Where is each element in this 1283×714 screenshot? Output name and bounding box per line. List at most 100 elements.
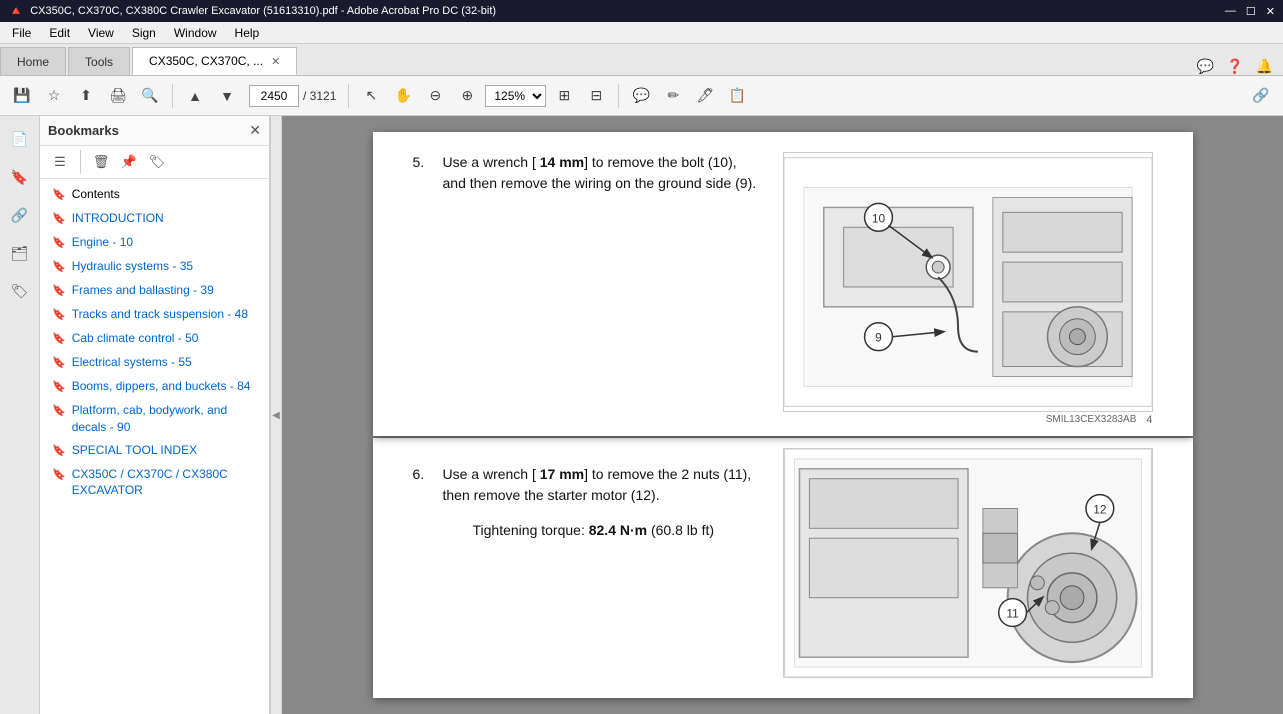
bookmark-item-contents[interactable]: 🔖 Contents: [40, 183, 269, 207]
fit-page-button[interactable]: ⊞: [550, 82, 578, 110]
bookmarks-header: Bookmarks ✕: [40, 116, 269, 146]
tab-close-icon[interactable]: ✕: [271, 55, 280, 68]
bookmark-label-tracks: Tracks and track suspension - 48: [72, 306, 248, 323]
next-page-button[interactable]: ▼: [213, 82, 241, 110]
zoom-in-button[interactable]: ⊕: [453, 82, 481, 110]
menu-help[interactable]: Help: [227, 24, 268, 42]
sidebar-icon-layers[interactable]: 🗂: [5, 238, 35, 268]
tightening-imperial: (60.8 lb ft): [647, 522, 714, 538]
sidebar-icon-page[interactable]: 📄: [5, 124, 35, 154]
step6-num: 6.: [413, 464, 433, 506]
maximize-button[interactable]: ☐: [1246, 5, 1256, 18]
bookmark-label-contents: Contents: [72, 186, 120, 203]
bookmark-add-button[interactable]: ☆: [40, 82, 68, 110]
top-image-area: 10 9: [783, 152, 1153, 426]
menu-view[interactable]: View: [80, 24, 122, 42]
search-reduce-button[interactable]: 🔍: [136, 82, 164, 110]
bookmark-label-electrical: Electrical systems - 55: [72, 354, 192, 371]
bookmark-item-booms[interactable]: 🔖 Booms, dippers, and buckets - 84: [40, 375, 269, 399]
help-icon[interactable]: ❓: [1226, 58, 1243, 75]
technical-image-2: 12 11: [783, 448, 1153, 678]
sidebar-icons: 📄 🔖 🔗 🗂 🏷: [0, 116, 40, 714]
menu-sign[interactable]: Sign: [124, 24, 164, 42]
tab-home-label: Home: [17, 55, 49, 69]
bookmark-item-intro[interactable]: 🔖 INTRODUCTION: [40, 207, 269, 231]
hand-tool-button[interactable]: ✋: [389, 82, 417, 110]
tools-more-button[interactable]: 📋: [723, 82, 751, 110]
main-content: 📄 🔖 🔗 🗂 🏷 Bookmarks ✕ ☰ 🗑 📌: [0, 116, 1283, 714]
page-input[interactable]: [249, 85, 299, 107]
bookmark-item-platform[interactable]: 🔖 Platform, cab, bodywork, and decals - …: [40, 399, 269, 439]
bookmark-item-hydraulic[interactable]: 🔖 Hydraulic systems - 35: [40, 255, 269, 279]
bookmark-label-tool-index: SPECIAL TOOL INDEX: [72, 442, 197, 459]
bookmarks-panel: Bookmarks ✕ ☰ 🗑 📌 🏷 🔖 Contents: [40, 116, 269, 714]
bookmark-flag-icon-5: 🔖: [52, 308, 66, 321]
title-bar-title: CX350C, CX370C, CX380C Crawler Excavator…: [30, 5, 496, 17]
zoom-out-button[interactable]: ⊖: [421, 82, 449, 110]
sidebar-icon-tags[interactable]: 🏷: [5, 276, 35, 306]
save-button[interactable]: 💾: [8, 82, 36, 110]
step5-content: Use a wrench [ 14 mm] to remove the bolt…: [443, 152, 763, 194]
bookmark-flag-icon-3: 🔖: [52, 260, 66, 273]
zoom-selector[interactable]: 125% 100% 75% 150%: [485, 85, 546, 107]
bookmarks-toolbar: ☰ 🗑 📌 🏷: [40, 146, 269, 179]
bookmark-tag-button[interactable]: 🏷: [145, 150, 169, 174]
upload-button[interactable]: ⬆: [72, 82, 100, 110]
tab-tools[interactable]: Tools: [68, 47, 130, 75]
link-button[interactable]: 🔗: [1247, 82, 1275, 110]
bookmark-item-cab[interactable]: 🔖 Cab climate control - 50: [40, 327, 269, 351]
print-button[interactable]: 🖨: [104, 82, 132, 110]
tightening-torque: Tightening torque: 82.4 N·m (60.8 lb ft): [473, 522, 763, 538]
sidebar-icon-link[interactable]: 🔗: [5, 200, 35, 230]
notification-icon[interactable]: 🔔: [1256, 58, 1273, 75]
bookmark-flag-icon-11: 🔖: [52, 468, 66, 481]
chat-icon[interactable]: 💬: [1197, 58, 1214, 75]
bookmark-item-frames[interactable]: 🔖 Frames and ballasting - 39: [40, 279, 269, 303]
fit-width-button[interactable]: ⊟: [582, 82, 610, 110]
step6-line: 6. Use a wrench [ 17 mm] to remove the 2…: [413, 464, 763, 506]
bookmark-new-button[interactable]: 📌: [117, 150, 141, 174]
menu-edit[interactable]: Edit: [41, 24, 78, 42]
bookmark-item-tool-index[interactable]: 🔖 SPECIAL TOOL INDEX: [40, 439, 269, 463]
bm-sep: [80, 150, 81, 174]
cursor-tool-button[interactable]: ↖: [357, 82, 385, 110]
minimize-button[interactable]: —: [1225, 5, 1236, 18]
bookmarks-close-icon[interactable]: ✕: [249, 122, 261, 139]
bookmark-expand-button[interactable]: ☰: [48, 150, 72, 174]
menu-file[interactable]: File: [4, 24, 39, 42]
bookmark-item-cx350c[interactable]: 🔖 CX350C / CX370C / CX380C EXCAVATOR: [40, 463, 269, 503]
bookmark-label-intro: INTRODUCTION: [72, 210, 164, 227]
tab-bar-right: 💬 ❓ 🔔: [1187, 58, 1283, 75]
bookmark-item-engine[interactable]: 🔖 Engine - 10: [40, 231, 269, 255]
sign-button[interactable]: 🖊: [691, 82, 719, 110]
tab-document[interactable]: CX350C, CX370C, ... ✕: [132, 47, 297, 75]
prev-page-button[interactable]: ▲: [181, 82, 209, 110]
menu-window[interactable]: Window: [166, 24, 225, 42]
highlight-button[interactable]: ✏: [659, 82, 687, 110]
svg-text:9: 9: [875, 331, 882, 345]
image1-caption-row: SMIL13CEX3283AB 4: [783, 414, 1153, 426]
title-bar-controls: — ☐ ✕: [1225, 5, 1275, 18]
step6-text-area: 6. Use a wrench [ 17 mm] to remove the 2…: [413, 448, 763, 678]
collapse-handle[interactable]: ◀: [270, 116, 282, 714]
tab-home[interactable]: Home: [0, 47, 66, 75]
comment-button[interactable]: 💬: [627, 82, 655, 110]
bookmark-label-platform: Platform, cab, bodywork, and decals - 90: [72, 402, 261, 436]
menu-bar: File Edit View Sign Window Help: [0, 22, 1283, 44]
bookmark-delete-button[interactable]: 🗑: [89, 150, 113, 174]
bookmark-label-engine: Engine - 10: [72, 234, 133, 251]
bookmark-flag-icon-10: 🔖: [52, 444, 66, 457]
bookmark-item-electrical[interactable]: 🔖 Electrical systems - 55: [40, 351, 269, 375]
bookmark-item-tracks[interactable]: 🔖 Tracks and track suspension - 48: [40, 303, 269, 327]
bookmark-flag-icon-7: 🔖: [52, 356, 66, 369]
title-bar-left: 🔺 CX350C, CX370C, CX380C Crawler Excavat…: [8, 3, 496, 19]
bookmark-flag-icon-1: 🔖: [52, 212, 66, 225]
technical-image-1: 10 9: [783, 152, 1153, 412]
bookmark-flag-icon-4: 🔖: [52, 284, 66, 297]
sidebar-icon-bookmark[interactable]: 🔖: [5, 162, 35, 192]
bookmark-flag-icon: 🔖: [52, 188, 66, 201]
tab-document-label: CX350C, CX370C, ...: [149, 54, 263, 68]
close-button[interactable]: ✕: [1266, 5, 1275, 18]
step5-size: 14 mm: [540, 154, 584, 170]
bookmark-label-hydraulic: Hydraulic systems - 35: [72, 258, 193, 275]
